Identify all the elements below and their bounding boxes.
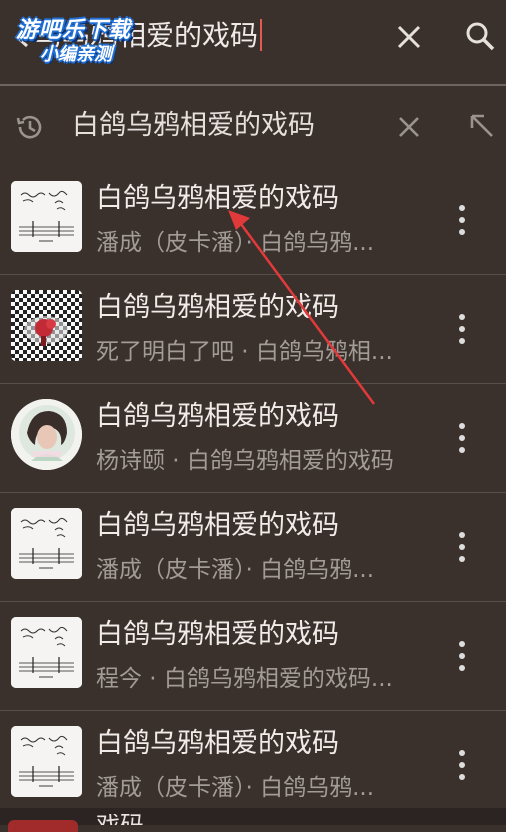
more-vertical-icon[interactable]: [450, 311, 474, 347]
cover-image: [11, 617, 82, 688]
list-item[interactable]: 白鸽乌鸦相爱的戏码 潘成（皮卡潘）· 白鸽乌鸦...: [0, 166, 506, 275]
list-item[interactable]: 白鸽乌鸦相爱的戏码 潘成（皮卡潘）· 白鸽乌鸦...: [0, 493, 506, 602]
history-text: 白鸽乌鸦相爱的戏码: [72, 110, 315, 141]
cover-image: [11, 399, 82, 470]
search-icon[interactable]: [464, 20, 496, 52]
fill-arrow-icon[interactable]: [466, 110, 496, 140]
song-title: 白鸽乌鸦相爱的戏码: [96, 619, 339, 650]
song-title: 白鸽乌鸦相爱的戏码: [96, 183, 339, 214]
song-title: 白鸽乌鸦相爱的戏码: [96, 401, 339, 432]
text-caret: [260, 19, 263, 51]
search-bar: 鸟乌鸦相爱的戏码 游吧乐下载 小编亲测: [0, 0, 506, 84]
cover-image: [11, 181, 82, 252]
cover-image: [11, 290, 82, 361]
list-item[interactable]: 白鸽乌鸦相爱的戏码 死了明白了吧 · 白鸽乌鸦相...: [0, 275, 506, 384]
history-item[interactable]: 白鸽乌鸦相爱的戏码: [0, 86, 506, 166]
song-subtitle: 死了明白了吧 · 白鸽乌鸦相...: [96, 339, 393, 365]
more-vertical-icon[interactable]: [450, 747, 474, 783]
list-item[interactable]: 白鸽乌鸦相爱的戏码 杨诗颐 · 白鸽乌鸦相爱的戏码: [0, 384, 506, 493]
peek-title: 戏码: [96, 814, 146, 825]
list-item[interactable]: 白鸽乌鸦相爱的戏码 潘成（皮卡潘）· 白鸽乌鸦...: [0, 711, 506, 819]
song-title: 白鸽乌鸦相爱的戏码: [96, 292, 339, 323]
more-vertical-icon[interactable]: [450, 420, 474, 456]
song-title: 白鸽乌鸦相爱的戏码: [96, 728, 339, 759]
history-icon: [16, 115, 42, 139]
list-item[interactable]: 白鸽乌鸦相爱的戏码 程今 · 白鸽乌鸦相爱的戏码...: [0, 602, 506, 711]
more-vertical-icon[interactable]: [450, 638, 474, 674]
cover-image: [11, 508, 82, 579]
result-list: 白鸽乌鸦相爱的戏码 潘成（皮卡潘）· 白鸽乌鸦... 白鸽乌鸦相爱的戏码 死了明…: [0, 166, 506, 819]
song-subtitle: 潘成（皮卡潘）· 白鸽乌鸦...: [96, 230, 375, 256]
peek-cover: [8, 820, 78, 832]
song-subtitle: 程今 · 白鸽乌鸦相爱的戏码...: [96, 666, 393, 692]
watermark-logo: 游吧乐下载 小编亲测: [8, 8, 148, 65]
song-subtitle: 潘成（皮卡潘）· 白鸽乌鸦...: [96, 775, 375, 801]
song-subtitle: 杨诗颐 · 白鸽乌鸦相爱的戏码: [96, 448, 394, 474]
next-item-peek: [0, 808, 506, 832]
cover-image: [11, 726, 82, 797]
more-vertical-icon[interactable]: [450, 202, 474, 238]
watermark-line2: 小编亲测: [40, 44, 112, 65]
more-vertical-icon[interactable]: [450, 529, 474, 565]
song-subtitle: 潘成（皮卡潘）· 白鸽乌鸦...: [96, 557, 375, 583]
clear-icon[interactable]: [396, 24, 422, 50]
close-icon[interactable]: [396, 114, 422, 140]
song-title: 白鸽乌鸦相爱的戏码: [96, 510, 339, 541]
